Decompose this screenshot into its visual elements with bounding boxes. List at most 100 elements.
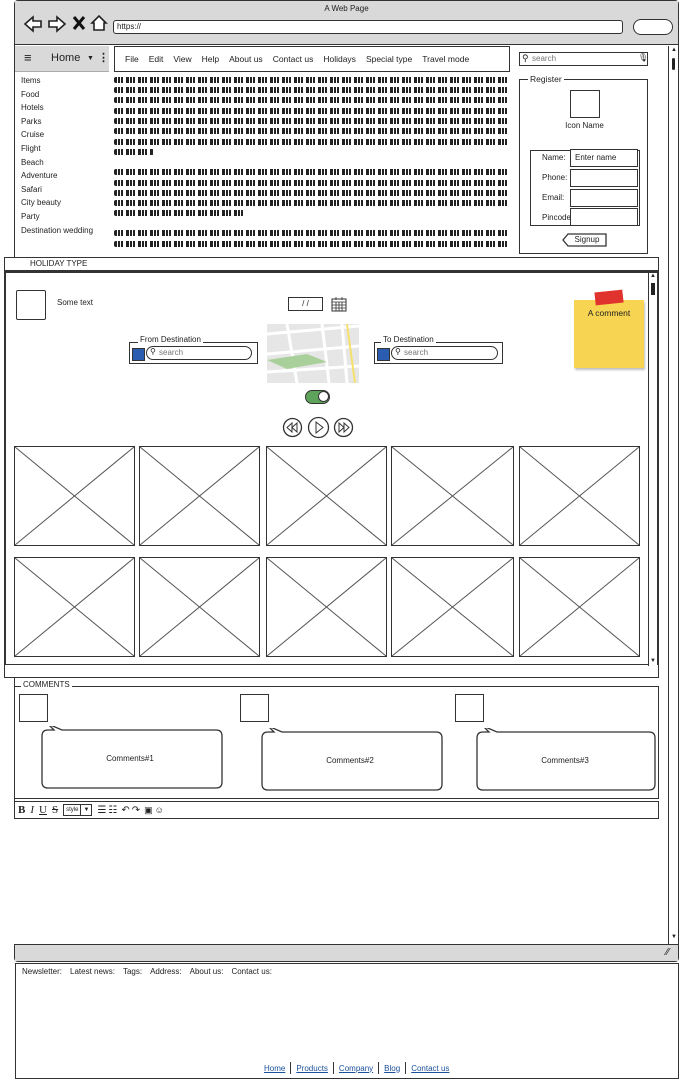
- home-menu-bar[interactable]: ≡ Home ▼ ⋮: [15, 46, 109, 72]
- footer-info-row: Newsletter: Latest news: Tags: Address: …: [22, 967, 272, 976]
- calendar-icon[interactable]: [331, 296, 347, 312]
- editor-text-area[interactable]: [14, 819, 678, 944]
- from-search-field[interactable]: ⚲: [146, 346, 252, 360]
- register-title: Register: [528, 74, 564, 84]
- footer-address: Address:: [150, 967, 182, 976]
- sidebar-item-city-beauty[interactable]: City beauty: [21, 198, 111, 212]
- map-image[interactable]: [267, 324, 359, 383]
- search-icon: ⚲: [395, 347, 401, 356]
- rewind-button[interactable]: [282, 417, 303, 438]
- footer-tags[interactable]: Tags:: [123, 967, 142, 976]
- menu-item-contact-us[interactable]: Contact us: [273, 54, 314, 64]
- window-scrollbar[interactable]: ▲ ▼: [668, 46, 678, 944]
- editor-toolbar: B I U S style ▼ ☰ ☷ ↶ ↷ ▣ ☺: [14, 801, 659, 819]
- menu-item-holidays[interactable]: Holidays: [323, 54, 356, 64]
- name-field[interactable]: Enter name: [570, 149, 638, 167]
- numbered-list-icon[interactable]: ☷: [108, 805, 117, 816]
- browser-search-button[interactable]: [633, 19, 673, 35]
- image-placeholder: [391, 557, 514, 657]
- footer-contact-us[interactable]: Contact us:: [231, 967, 271, 976]
- phone-field[interactable]: [570, 169, 638, 187]
- footer-about-us[interactable]: About us:: [190, 967, 224, 976]
- emoji-icon[interactable]: ☺: [155, 805, 164, 815]
- search-icon: ⚲: [150, 347, 156, 356]
- footer-links: Home Products Company Blog Contact us: [259, 1062, 454, 1074]
- play-button[interactable]: [307, 416, 330, 439]
- sidebar-item-cruise[interactable]: Cruise: [21, 130, 111, 144]
- sidebar-item-beach[interactable]: Beach: [21, 158, 111, 172]
- microphone-icon[interactable]: 🎙: [638, 53, 648, 62]
- strikethrough-button[interactable]: S: [52, 804, 58, 816]
- search-box[interactable]: ⚲ 🎙: [519, 52, 648, 66]
- menu-item-edit[interactable]: Edit: [149, 54, 164, 64]
- close-icon[interactable]: [72, 15, 86, 31]
- back-icon[interactable]: [23, 15, 43, 33]
- toggle-switch[interactable]: [305, 390, 330, 404]
- menu-item-view[interactable]: View: [173, 54, 191, 64]
- fast-forward-button[interactable]: [333, 417, 354, 438]
- pincode-field[interactable]: [570, 208, 638, 226]
- sticky-note-comment[interactable]: A comment: [574, 300, 644, 368]
- scroll-up-icon[interactable]: ▲: [671, 47, 677, 53]
- sidebar-item-party[interactable]: Party: [21, 212, 111, 226]
- footer-newsletter[interactable]: Newsletter:: [22, 967, 62, 976]
- email-field[interactable]: [570, 189, 638, 207]
- comment-avatar-1: [19, 694, 48, 722]
- footer-link-home[interactable]: Home: [259, 1064, 290, 1073]
- scroll-thumb[interactable]: [651, 283, 655, 295]
- field-label-pincode: Pincode:: [542, 213, 574, 222]
- menu-item-special-type[interactable]: Special type: [366, 54, 412, 64]
- from-search-input[interactable]: [159, 347, 247, 358]
- footer-link-company[interactable]: Company: [334, 1064, 378, 1073]
- forward-icon[interactable]: [47, 15, 67, 33]
- hamburger-icon[interactable]: ≡: [24, 51, 32, 64]
- sidebar-item-items[interactable]: Items: [21, 76, 111, 90]
- signup-button[interactable]: Signup: [562, 233, 608, 247]
- style-dropdown-label: style: [66, 807, 79, 813]
- window-title: A Web Page: [324, 4, 369, 13]
- resize-grip-icon[interactable]: ⁄⁄: [666, 947, 669, 958]
- menu-item-about-us[interactable]: About us: [229, 54, 263, 64]
- italic-button[interactable]: I: [30, 804, 34, 816]
- to-search-input[interactable]: [404, 347, 492, 358]
- image-placeholder: [139, 557, 260, 657]
- bold-button[interactable]: B: [18, 804, 25, 816]
- scroll-down-icon[interactable]: ▼: [650, 658, 656, 664]
- underline-button[interactable]: U: [39, 804, 47, 816]
- menu-item-help[interactable]: Help: [202, 54, 219, 64]
- to-search-field[interactable]: ⚲: [391, 346, 498, 360]
- image-icon[interactable]: ▣: [144, 805, 153, 816]
- style-dropdown[interactable]: style ▼: [63, 804, 93, 816]
- image-placeholder: [391, 446, 514, 546]
- search-input[interactable]: [532, 53, 637, 64]
- sidebar-item-safari[interactable]: Safari: [21, 185, 111, 199]
- menu-item-travel-mode[interactable]: Travel mode: [422, 54, 469, 64]
- redo-icon[interactable]: ↷: [132, 805, 140, 816]
- sidebar-item-destination-wedding[interactable]: Destination wedding: [21, 226, 111, 240]
- image-placeholder: [266, 557, 387, 657]
- date-input[interactable]: / /: [288, 297, 323, 311]
- home-icon[interactable]: [90, 14, 108, 32]
- vertical-scrollbar[interactable]: ▲ ▼: [648, 273, 657, 666]
- footer-latest-news[interactable]: Latest news:: [70, 967, 115, 976]
- sidebar-item-parks[interactable]: Parks: [21, 117, 111, 131]
- url-bar[interactable]: https://: [113, 20, 623, 34]
- menu-item-file[interactable]: File: [125, 54, 139, 64]
- sidebar-item-adventure[interactable]: Adventure: [21, 171, 111, 185]
- browser-status-bar: ⁄⁄: [15, 944, 678, 961]
- scroll-thumb[interactable]: [672, 58, 675, 70]
- undo-icon[interactable]: ↶: [121, 805, 129, 816]
- scroll-down-icon[interactable]: ▼: [671, 934, 677, 940]
- footer-link-products[interactable]: Products: [291, 1064, 333, 1073]
- comment-bubble-2: Comments#2: [260, 728, 444, 792]
- bullet-list-icon[interactable]: ☰: [97, 805, 106, 816]
- sidebar-item-food[interactable]: Food: [21, 90, 111, 104]
- more-vertical-icon[interactable]: ⋮: [98, 51, 109, 64]
- footer-link-contact-us[interactable]: Contact us: [406, 1064, 454, 1073]
- footer-link-blog[interactable]: Blog: [379, 1064, 405, 1073]
- some-text-label: Some text: [57, 298, 94, 307]
- field-label-phone: Phone:: [542, 173, 568, 182]
- scroll-up-icon[interactable]: ▲: [650, 273, 656, 279]
- sidebar-item-flight[interactable]: Flight: [21, 144, 111, 158]
- sidebar-item-hotels[interactable]: Hotels: [21, 103, 111, 117]
